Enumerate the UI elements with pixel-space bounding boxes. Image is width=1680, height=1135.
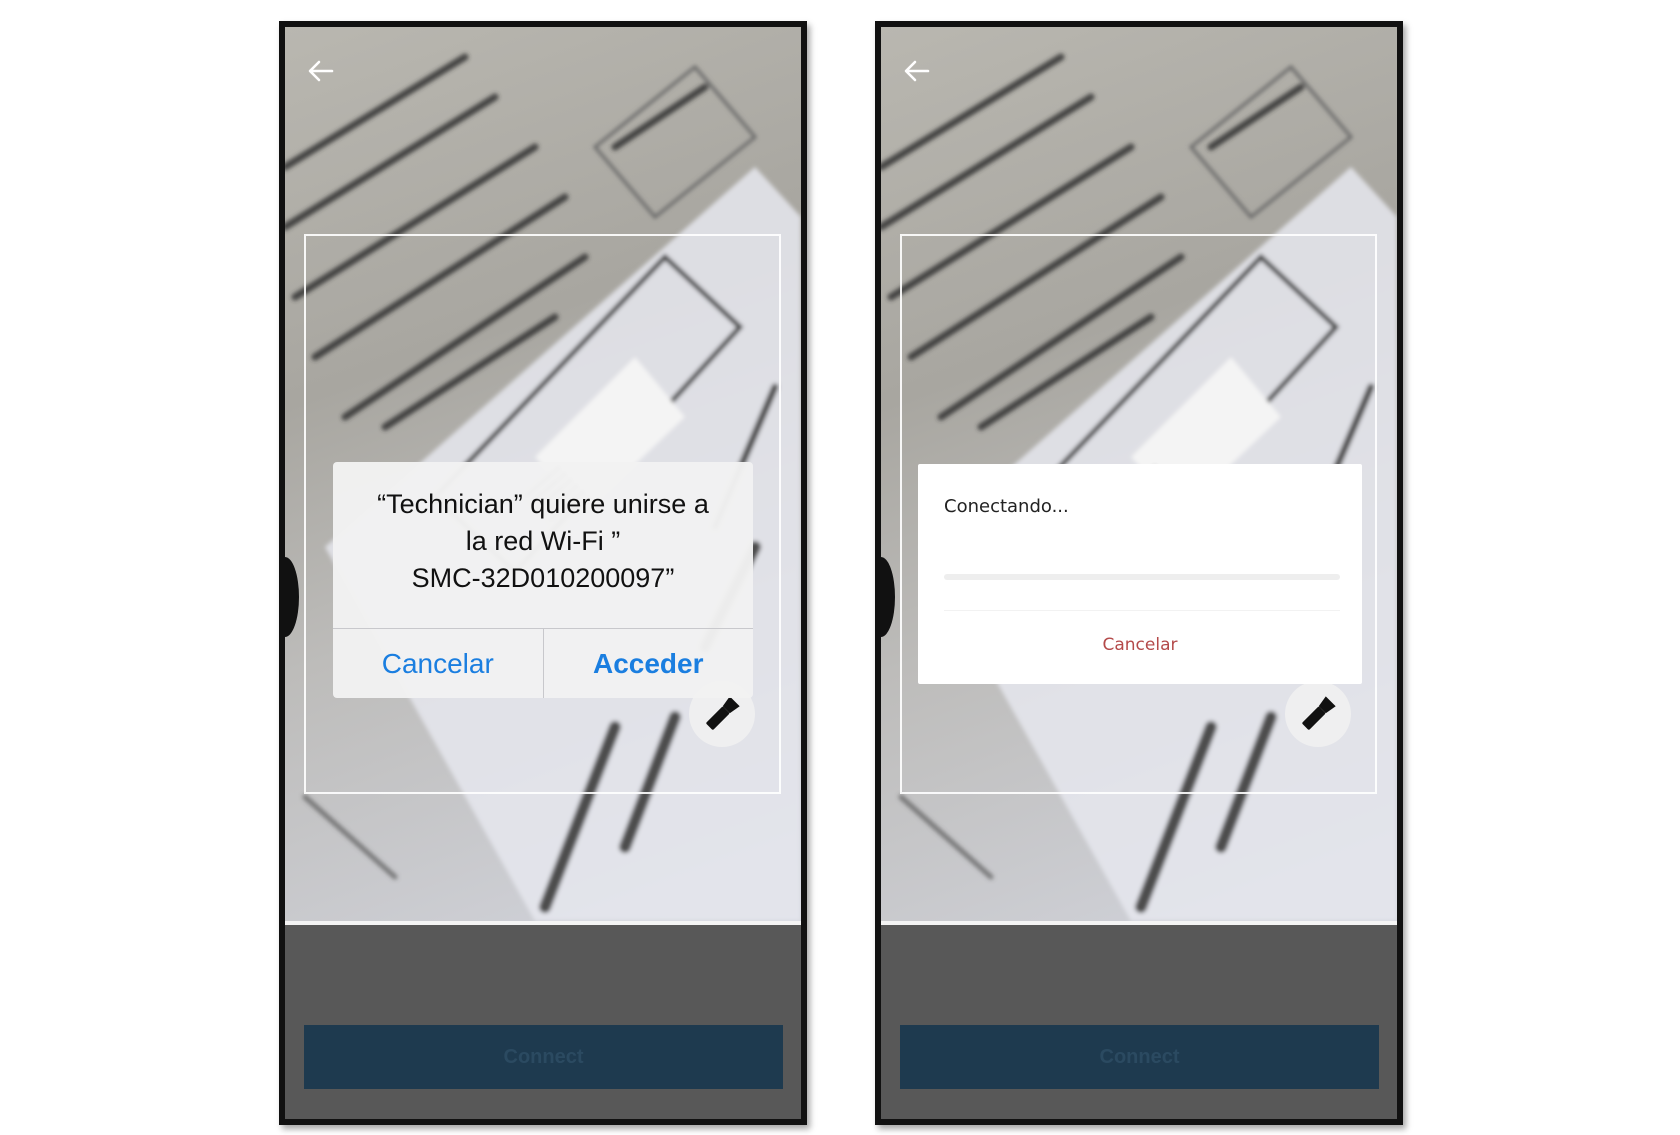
wifi-join-alert: “Technician” quiere unirse a la red Wi-F… bbox=[333, 462, 753, 698]
arrow-left-icon bbox=[308, 60, 334, 82]
flashlight-button[interactable] bbox=[1285, 681, 1351, 747]
progress-title: Conectando... bbox=[944, 496, 1069, 517]
flashlight-icon bbox=[706, 696, 740, 730]
back-button[interactable] bbox=[897, 51, 937, 91]
cancel-button[interactable]: Cancelar bbox=[333, 629, 543, 698]
phone-screen-connecting: Conectando... Cancelar Connect bbox=[875, 21, 1403, 1125]
alert-title-line: la red Wi-Fi ” bbox=[465, 526, 621, 556]
flashlight-icon bbox=[1302, 696, 1336, 730]
join-button[interactable]: Acceder bbox=[542, 629, 754, 698]
camera-divider bbox=[881, 921, 1397, 925]
cancel-button[interactable]: Cancelar bbox=[918, 635, 1362, 655]
connect-button[interactable]: Connect bbox=[900, 1025, 1379, 1089]
progress-bar bbox=[944, 574, 1340, 580]
dialog-divider bbox=[944, 610, 1340, 611]
alert-title: “Technician” quiere unirse a la red Wi-F… bbox=[343, 486, 743, 597]
connect-button[interactable]: Connect bbox=[304, 1025, 783, 1089]
arrow-left-icon bbox=[904, 60, 930, 82]
alert-title-line: SMC-32D010200097” bbox=[411, 563, 675, 593]
alert-actions: Cancelar Acceder bbox=[333, 628, 753, 698]
connecting-dialog: Conectando... Cancelar bbox=[918, 464, 1362, 684]
camera-divider bbox=[285, 921, 801, 925]
phone-screen-wifi-prompt: “Technician” quiere unirse a la red Wi-F… bbox=[279, 21, 807, 1125]
back-button[interactable] bbox=[301, 51, 341, 91]
alert-title-line: “Technician” quiere unirse a bbox=[377, 489, 709, 519]
